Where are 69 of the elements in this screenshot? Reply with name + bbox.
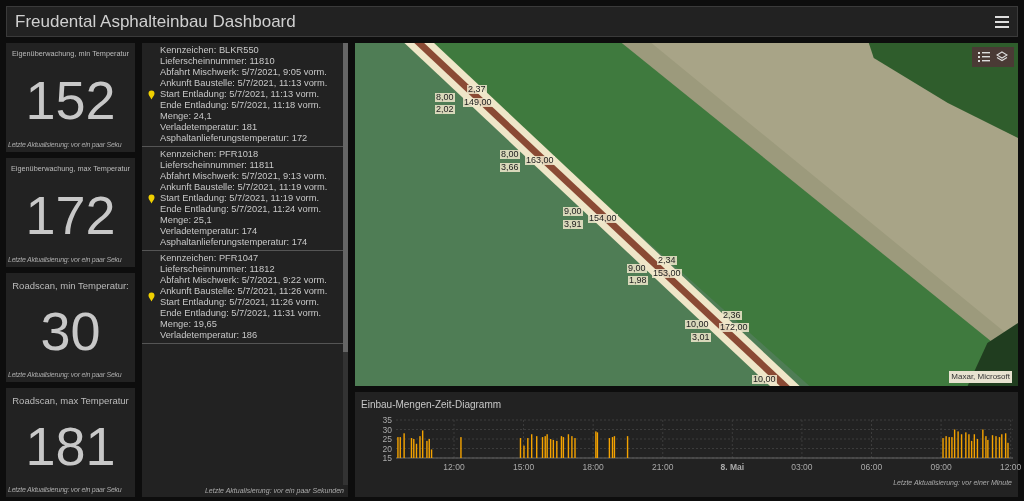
delivery-field: Lieferscheinnummer: 11810 xyxy=(160,56,343,67)
map-label: 9,00 xyxy=(627,264,647,273)
delivery-field: Lieferscheinnummer: 11812 xyxy=(160,264,343,275)
delivery-field: Kennzeichen: BLKR550 xyxy=(160,45,343,56)
delivery-field: Kennzeichen: PFR1018 xyxy=(160,149,343,160)
delivery-field: Asphaltanlieferungstemperatur: 172 xyxy=(160,133,343,144)
delivery-field: Verladetemperatur: 174 xyxy=(160,226,343,237)
y-tick-label: 15 xyxy=(382,453,392,463)
indicator-title: Roadscan, min Temperatur: xyxy=(12,279,129,293)
delivery-field: Ende Entladung: 5/7/2021, 11:24 vorm. xyxy=(160,204,343,215)
indicator-value: 172 xyxy=(25,183,116,247)
delivery-field: Verladetemperatur: 186 xyxy=(160,330,343,341)
map-label: 163,00 xyxy=(525,156,555,165)
x-tick-label: 12:00 xyxy=(443,462,465,472)
map-label: 10,00 xyxy=(752,375,777,384)
dashboard-title: Freudental Asphalteinbau Dashboard xyxy=(15,10,296,33)
x-tick-label: 15:00 xyxy=(512,462,535,472)
map-label: 153,00 xyxy=(652,269,682,278)
map-label: 2,37 xyxy=(467,85,487,94)
indicator-value: 181 xyxy=(25,415,116,479)
delivery-field: Menge: 24,1 xyxy=(160,111,343,122)
delivery-field: Abfahrt Mischwerk: 5/7/2021, 9:13 vorm. xyxy=(160,171,343,182)
delivery-field: Abfahrt Mischwerk: 5/7/2021, 9:22 vorm. xyxy=(160,275,343,286)
map-label: 2,36 xyxy=(722,311,742,320)
y-tick-label: 25 xyxy=(382,434,392,444)
delivery-field: Start Entladung: 5/7/2021, 11:13 vorm. xyxy=(160,89,343,100)
x-tick-label: 06:00 xyxy=(860,462,883,472)
map-label: 8,00 xyxy=(500,150,520,159)
delivery-field: Ankunft Baustelle: 5/7/2021, 11:19 vorm. xyxy=(160,182,343,193)
delivery-field: Ende Entladung: 5/7/2021, 11:31 vorm. xyxy=(160,308,343,319)
map-label: 3,01 xyxy=(691,333,711,342)
x-tick-label: 21:00 xyxy=(652,462,674,472)
delivery-field: Kennzeichen: PFR1047 xyxy=(160,253,343,264)
delivery-field: Abfahrt Mischwerk: 5/7/2021, 9:05 vorm. xyxy=(160,67,343,78)
delivery-field: Ende Entladung: 5/7/2021, 11:18 vorm. xyxy=(160,100,343,111)
y-tick-label: 35 xyxy=(382,415,392,425)
map-label: 9,00 xyxy=(563,207,583,216)
indicator-value: 152 xyxy=(25,68,116,132)
x-tick-label: 8. Mai xyxy=(720,462,745,472)
indicator-title: Roadscan, max Temperatur xyxy=(12,394,129,408)
map-label: 2,34 xyxy=(657,256,677,265)
x-tick-label: 09:00 xyxy=(930,462,952,472)
x-tick-label: 18:00 xyxy=(582,462,604,472)
delivery-field: Menge: 19,65 xyxy=(160,319,343,330)
delivery-field: Start Entladung: 5/7/2021, 11:19 vorm. xyxy=(160,193,343,204)
x-tick-label: 12:00 xyxy=(1000,462,1021,472)
map-label: 10,00 xyxy=(685,320,710,329)
map-label: 1,98 xyxy=(628,276,648,285)
delivery-field: Ankunft Baustelle: 5/7/2021, 11:13 vorm. xyxy=(160,78,343,89)
delivery-field: Menge: 25,1 xyxy=(160,215,343,226)
delivery-field: Lieferscheinnummer: 11811 xyxy=(160,160,343,171)
map-label: 8,00 xyxy=(435,93,455,102)
map-label: 154,00 xyxy=(588,214,618,223)
map-label: 172,00 xyxy=(719,323,749,332)
map-label: 149,00 xyxy=(463,98,493,107)
delivery-field: Asphaltanlieferungstemperatur: 174 xyxy=(160,237,343,248)
satellite-map[interactable]: 2,37 8,00 149,00 2,02 8,00 163,00 3,66 9,00 154,00 3,91 2,34 9,00 153,00 1,98 2,36 10,00 172,00 3,01 10,00 Maxar, Microsoft xyxy=(355,43,1018,386)
x-tick-label: 03:00 xyxy=(791,462,813,472)
map-attribution: Maxar, Microsoft xyxy=(949,371,1012,383)
chart-title: Einbau-Mengen-Zeit-Diagramm xyxy=(361,398,503,412)
delivery-field: Ankunft Baustelle: 5/7/2021, 11:26 vorm. xyxy=(160,286,343,297)
y-tick-label: 20 xyxy=(382,443,392,454)
delivery-field: Start Entladung: 5/7/2021, 11:26 vorm. xyxy=(160,297,343,308)
y-tick-label: 30 xyxy=(382,424,392,435)
indicator-value: 30 xyxy=(40,300,101,364)
map-label: 2,02 xyxy=(435,105,455,114)
map-label: 3,66 xyxy=(500,163,520,172)
map-label: 3,91 xyxy=(563,220,583,229)
delivery-field: Verladetemperatur: 181 xyxy=(160,122,343,133)
